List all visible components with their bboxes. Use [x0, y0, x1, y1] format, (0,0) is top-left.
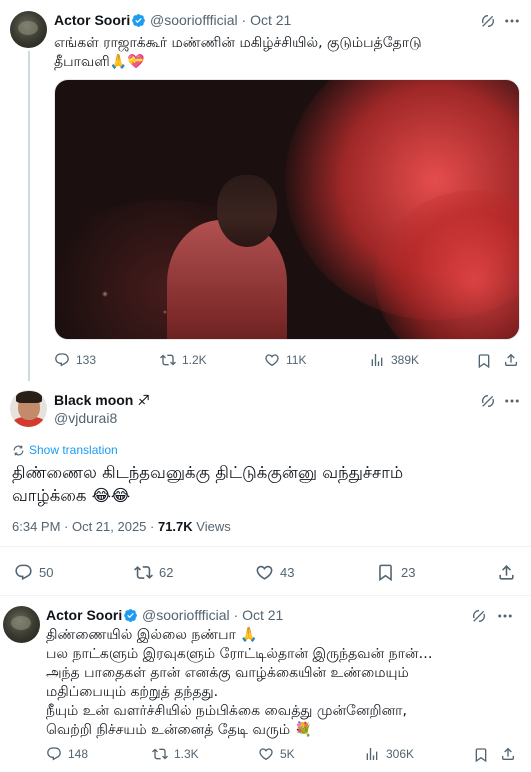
repost-button[interactable]: 1.3K — [152, 746, 199, 762]
reply-icon — [46, 746, 62, 762]
views-button[interactable]: 389K — [369, 352, 419, 368]
like-button[interactable]: 5K — [258, 746, 295, 762]
views-icon — [369, 352, 385, 368]
like-count: 11K — [286, 353, 307, 367]
thread-connector-line — [28, 51, 30, 381]
repost-button[interactable]: 62 — [134, 563, 173, 582]
like-count: 5K — [280, 747, 295, 761]
views-icon — [364, 746, 380, 762]
heart-icon — [255, 563, 274, 582]
more-icon[interactable] — [503, 392, 521, 410]
reply-button[interactable]: 148 — [46, 746, 88, 762]
tweet-media-image[interactable] — [54, 79, 520, 340]
verified-badge-icon — [131, 13, 146, 28]
tweet-text: எங்கள் ராஜாக்கூர் மண்ணின் மகிழ்ச்சியில்,… — [54, 35, 422, 70]
like-button[interactable]: 11K — [264, 352, 306, 368]
author-name[interactable]: Actor Soori — [46, 607, 122, 623]
heart-icon — [258, 746, 274, 762]
bookmark-icon[interactable] — [476, 353, 492, 369]
avatar-actor-soori[interactable] — [10, 11, 47, 48]
more-icon[interactable] — [503, 12, 521, 30]
tweet-timestamp[interactable]: 6:34 PM · Oct 21, 2025 · 71.7K Views — [12, 519, 231, 534]
views-count: 71.7K — [157, 519, 193, 534]
views-button[interactable]: 306K — [364, 746, 414, 762]
author-name[interactable]: Black moon ♐ — [54, 392, 150, 409]
author-handle[interactable]: @soorioffficial · Oct 21 — [150, 12, 291, 28]
translate-icon — [12, 444, 25, 457]
bookmark-button[interactable]: 23 — [376, 563, 415, 582]
grok-icon[interactable] — [480, 393, 496, 409]
repost-count: 1.3K — [174, 747, 199, 761]
share-icon[interactable] — [503, 352, 519, 368]
views-count: 306K — [386, 747, 415, 761]
reply-icon — [14, 563, 33, 582]
avatar-black-moon[interactable] — [10, 390, 47, 427]
reply-icon — [54, 352, 70, 368]
bookmark-icon — [376, 563, 395, 582]
verified-badge-icon — [123, 608, 138, 623]
reply-button[interactable]: 50 — [14, 563, 53, 582]
views-count: 389K — [391, 353, 420, 367]
repost-count: 62 — [159, 565, 174, 580]
repost-icon — [152, 746, 168, 762]
reply-count: 133 — [76, 353, 97, 367]
tweet-time: Oct 21 — [250, 12, 292, 28]
repost-icon — [134, 563, 153, 582]
more-icon[interactable] — [496, 607, 514, 625]
bookmark-icon[interactable] — [473, 747, 489, 763]
show-translation-link[interactable]: Show translation — [12, 443, 118, 457]
avatar-actor-soori[interactable] — [3, 606, 40, 643]
grok-icon[interactable] — [471, 608, 487, 624]
repost-button[interactable]: 1.2K — [160, 352, 207, 368]
author-handle[interactable]: @vjdurai8 — [54, 410, 117, 426]
share-icon[interactable] — [497, 563, 516, 582]
divider — [0, 546, 531, 547]
like-button[interactable]: 43 — [255, 563, 294, 582]
divider — [0, 595, 531, 596]
grok-icon[interactable] — [480, 13, 496, 29]
bookmark-count: 23 — [401, 565, 416, 580]
author-name[interactable]: Actor Soori — [54, 12, 130, 28]
tweet-text: திண்ணைல கிடந்தவனுக்கு திட்டுக்குன்னு வந்… — [12, 463, 404, 505]
tweet-time: Oct 21 — [242, 607, 284, 623]
heart-icon — [264, 352, 280, 368]
author-handle[interactable]: @soorioffficial · Oct 21 — [142, 607, 283, 623]
tweet-text: திண்ணையில் இல்லை நண்பா 🙏 பல நாட்களும் இர… — [46, 627, 433, 738]
share-icon[interactable] — [500, 746, 516, 762]
reply-count: 50 — [39, 565, 54, 580]
reply-count: 148 — [68, 747, 89, 761]
repost-count: 1.2K — [182, 353, 207, 367]
reply-button[interactable]: 133 — [54, 352, 96, 368]
repost-icon — [160, 352, 176, 368]
like-count: 43 — [280, 565, 295, 580]
